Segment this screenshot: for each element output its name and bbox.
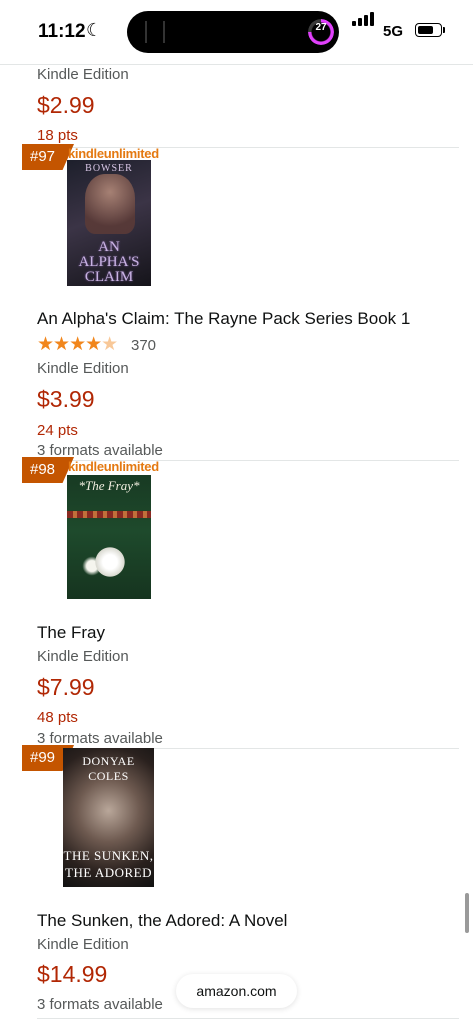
item-edition: Kindle Edition [37,66,129,83]
item-divider [37,1018,459,1019]
cover-author: DONYAE COLES [82,754,135,783]
item-price: $2.99 [37,92,95,118]
status-bar: 11:12 ☾ 27 5G [0,0,473,62]
cover-author: BOWSER [85,163,133,174]
formats-link[interactable]: 3 formats available [37,442,163,459]
kindle-unlimited-logo: kindleunlimited [68,459,159,474]
moon-icon: ☾ [86,20,103,40]
rating-count[interactable]: 370 [131,337,156,354]
formats-link[interactable]: 3 formats available [37,996,163,1013]
item-edition: Kindle Edition [37,936,129,953]
item-price: $14.99 [37,961,108,987]
cover-flower [93,545,127,579]
island-counter: 27 [315,22,327,33]
item-title-link[interactable]: The Fray [37,623,105,643]
kindle-unlimited-logo: kindleunlimited [68,146,159,161]
item-points: 24 pts [37,422,78,439]
battery-tip [443,27,445,33]
item-edition: Kindle Edition [37,648,129,665]
book-cover[interactable]: BOWSER AN ALPHA'S CLAIM [67,160,151,286]
formats-link[interactable]: 3 formats available [37,730,163,747]
item-points: 48 pts [37,709,78,726]
cover-title: THE SUNKEN, THE ADORED [63,847,154,881]
kindle-unlimited-label: kindleunlimited [68,146,159,161]
star-rating-icon[interactable]: ★★★★★ [37,333,118,356]
island-divider [163,21,165,43]
cover-title-line: AN [98,239,120,255]
item-title-link[interactable]: An Alpha's Claim: The Rayne Pack Series … [37,309,410,329]
header-divider [0,64,473,65]
cover-title: *The Fray* [78,478,140,493]
battery-icon [415,23,442,37]
item-points: 18 pts [37,127,78,144]
cover-title-line: CLAIM [84,269,134,285]
cover-illustration [85,174,135,234]
book-cover[interactable]: *The Fray* [67,475,151,599]
item-edition: Kindle Edition [37,360,129,377]
status-time: 11:12 [38,21,86,42]
item-title-link[interactable]: The Sunken, the Adored: A Novel [37,911,287,931]
address-bar[interactable]: amazon.com [176,974,297,1008]
book-cover[interactable]: DONYAE COLES THE SUNKEN, THE ADORED [63,748,154,887]
cover-title-line: THE SUNKEN, [63,848,154,863]
cover-title-line: ALPHA'S [78,254,140,270]
dynamic-island: 27 [127,11,339,53]
island-divider [145,21,147,43]
cover-title: AN ALPHA'S CLAIM [67,240,151,285]
item-price: $3.99 [37,386,95,412]
scrollbar-thumb[interactable] [465,893,469,933]
network-type: 5G [383,23,404,40]
item-price: $7.99 [37,674,95,700]
kindle-unlimited-label: kindleunlimited [68,459,159,474]
cover-title-line: THE ADORED [65,865,152,880]
cover-ornament [67,511,151,518]
